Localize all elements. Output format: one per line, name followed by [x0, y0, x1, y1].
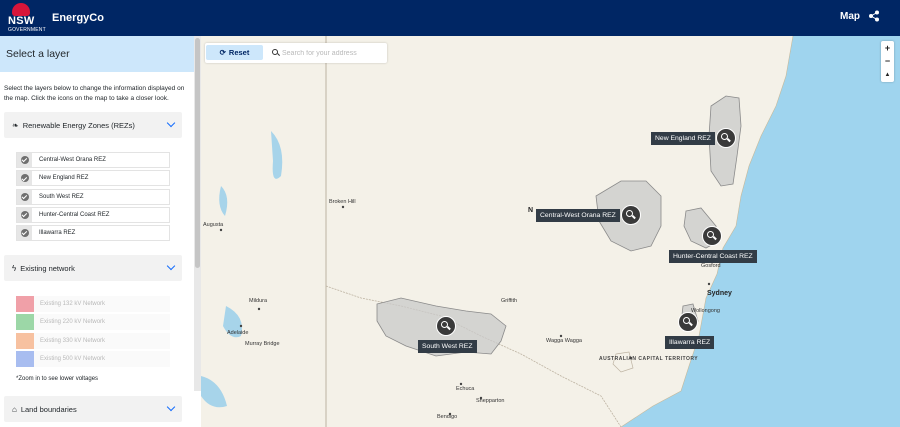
check-icon[interactable]: [17, 207, 32, 222]
chevron-down-icon[interactable]: [166, 118, 176, 128]
rez-label-central-west[interactable]: Central-West Orana REZ: [536, 209, 620, 222]
network-item-500[interactable]: Existing 500 kV Network: [16, 350, 170, 367]
check-icon[interactable]: [17, 189, 32, 204]
swatch-132: [16, 296, 34, 312]
section-rez[interactable]: ❧ Renewable Energy Zones (REZs): [4, 112, 182, 138]
network-list: Existing 132 kV Network Existing 220 kV …: [16, 296, 170, 369]
rez-item-south-west[interactable]: South West REZ: [16, 188, 170, 205]
place-gosford: Gosford: [701, 263, 721, 269]
chevron-down-icon[interactable]: [166, 261, 176, 271]
logo-text: NSW: [8, 15, 35, 27]
compass-button[interactable]: ▲: [881, 68, 894, 82]
network-item-label: Existing 132 kV Network: [40, 301, 106, 307]
reset-label: Reset: [228, 48, 250, 57]
reset-button[interactable]: ⟳ Reset: [206, 45, 263, 60]
rez-pin-south-west[interactable]: [436, 316, 456, 336]
rez-item-label: South West REZ: [39, 193, 84, 200]
swatch-500: [16, 350, 34, 367]
rez-checkbox-list: Central-West Orana REZ New England REZ S…: [16, 152, 170, 243]
place-broken-hill: Broken Hill: [329, 199, 356, 205]
network-item-132[interactable]: Existing 132 kV Network: [16, 296, 170, 312]
reset-icon: ⟳: [219, 48, 226, 57]
zoom-note: *Zoom in to see lower voltages: [16, 376, 99, 382]
swatch-220: [16, 314, 34, 331]
magnifier-icon: [441, 320, 448, 328]
lightning-icon: ϟ: [12, 263, 17, 273]
logo-subtext: GOVERNMENT: [8, 27, 46, 33]
nav-map-link[interactable]: Map: [840, 11, 860, 22]
nsw-government-logo[interactable]: NSW GOVERNMENT: [6, 1, 46, 35]
rez-pin-hunter[interactable]: [702, 226, 722, 246]
place-augusta: Augusta: [203, 222, 224, 228]
rez-item-label: Illawarra REZ: [39, 230, 76, 237]
zoom-in-button[interactable]: +: [881, 41, 894, 55]
rez-item-central-west[interactable]: Central-West Orana REZ: [16, 152, 170, 168]
zoom-out-button[interactable]: −: [881, 55, 894, 69]
place-echuca: Echuca: [456, 386, 475, 392]
rez-item-label: Hunter-Central Coast REZ: [39, 211, 110, 218]
place-adelaide: Adelaide: [227, 330, 249, 336]
place-griffith: Griffith: [501, 298, 518, 304]
network-item-330[interactable]: Existing 330 kV Network: [16, 332, 170, 349]
rez-pin-new-england[interactable]: [716, 128, 736, 148]
share-icon[interactable]: [868, 10, 882, 24]
place-shepparton: Shepparton: [476, 398, 505, 404]
rez-label-illawarra[interactable]: Illawarra REZ: [665, 336, 715, 349]
map-basemap: [201, 36, 900, 427]
leaf-icon: ❧: [12, 120, 19, 130]
rez-pin-illawarra[interactable]: [678, 312, 698, 332]
home-icon: ⌂: [12, 404, 17, 414]
magnifier-icon: [721, 132, 728, 140]
network-item-label: Existing 330 kV Network: [40, 337, 106, 344]
rez-label-south-west[interactable]: South West REZ: [418, 340, 477, 353]
chevron-down-icon[interactable]: [166, 402, 176, 412]
rez-item-new-england[interactable]: New England REZ: [16, 170, 170, 187]
place-sydney: Sydney: [707, 290, 732, 297]
search-icon: [272, 49, 278, 55]
place-act: AUSTRALIAN CAPITAL TERRITORY: [599, 356, 699, 362]
place-wollongong: Wollongong: [691, 308, 720, 314]
check-icon[interactable]: [17, 226, 32, 241]
rez-label-new-england[interactable]: New England REZ: [651, 132, 715, 145]
network-item-220[interactable]: Existing 220 kV Network: [16, 314, 170, 331]
section-land[interactable]: ⌂ Land boundaries: [4, 396, 182, 422]
rez-item-label: New England REZ: [39, 175, 89, 182]
sidebar-title: Select a layer: [0, 36, 201, 72]
check-icon[interactable]: [17, 153, 32, 167]
sidebar-intro: Select the layers below to change the in…: [4, 85, 185, 102]
search-input[interactable]: [282, 46, 382, 60]
network-item-label: Existing 500 kV Network: [40, 355, 106, 362]
magnifier-icon: [707, 230, 714, 238]
rez-item-label: Central-West Orana REZ: [39, 157, 106, 163]
sidebar-scroll-thumb[interactable]: [195, 38, 200, 268]
rez-item-illawarra[interactable]: Illawarra REZ: [16, 225, 170, 242]
swatch-330: [16, 332, 34, 349]
magnifier-icon: [683, 316, 690, 324]
top-bar: NSW GOVERNMENT EnergyCo Map: [0, 0, 900, 36]
rez-label-hunter[interactable]: Hunter-Central Coast REZ: [669, 250, 757, 263]
app-name[interactable]: EnergyCo: [52, 12, 104, 24]
place-murray-bridge: Murray Bridge: [245, 341, 280, 347]
magnifier-icon: [626, 209, 633, 217]
place-wagga: Wagga Wagga: [546, 338, 582, 344]
map-canvas[interactable]: Broken Hill Augusta Mildura Adelaide Mur…: [201, 36, 900, 427]
place-bendigo: Bendigo: [437, 414, 458, 420]
place-mildura: Mildura: [249, 298, 268, 304]
place-n: N: [528, 207, 534, 214]
section-land-label: Land boundaries: [20, 404, 77, 414]
check-icon[interactable]: [17, 171, 32, 186]
rez-item-hunter[interactable]: Hunter-Central Coast REZ: [16, 206, 170, 223]
rez-pin-central-west[interactable]: [621, 205, 641, 225]
section-network-label: Existing network: [20, 263, 75, 273]
section-network[interactable]: ϟ Existing network: [4, 255, 182, 281]
section-rez-label: Renewable Energy Zones (REZs): [22, 120, 135, 130]
network-item-label: Existing 220 kV Network: [40, 319, 106, 326]
zoom-control: + − ▲: [881, 41, 894, 82]
